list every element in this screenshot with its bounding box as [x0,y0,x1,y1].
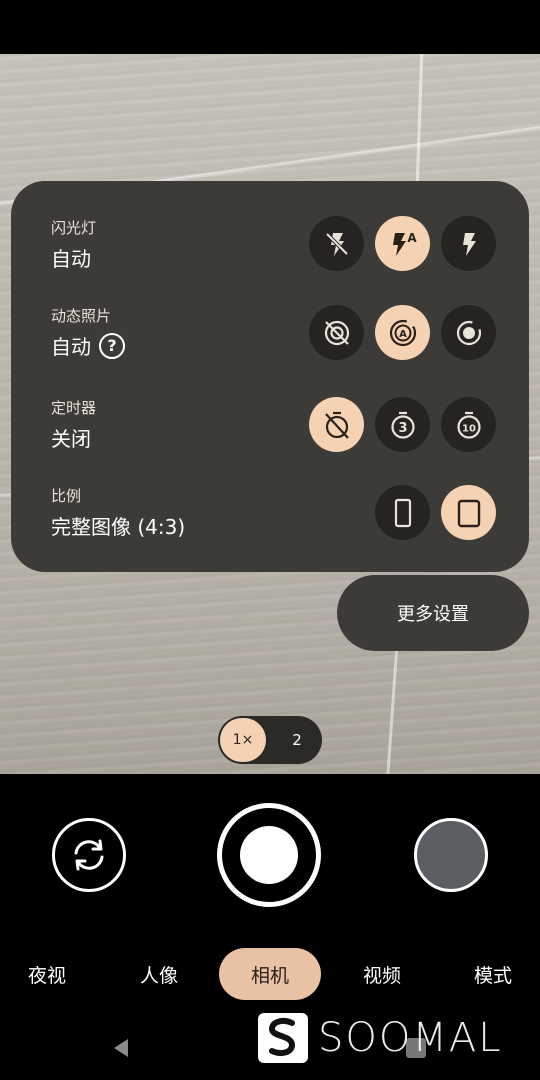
timer-10-icon: 10 [456,411,481,439]
back-icon[interactable] [110,1036,132,1060]
ratio-9-16-icon [394,498,411,527]
ratio-3-4-option[interactable] [441,485,496,540]
zoom-2x-button[interactable]: 2 [274,718,320,762]
flash-auto-icon: A [392,231,417,256]
tile-seam [415,53,424,185]
timer-label: 定时器 [51,399,97,417]
help-icon[interactable]: ? [99,332,125,359]
camera-mode-bar: 夜视 人像 相机 视频 模式 [0,948,540,1002]
flash-off-icon [325,232,348,256]
motion-auto-icon: A [389,319,416,346]
motion-photo-setting-row: 动态照片 自动 ? A [11,305,529,395]
watermark: SOOMAL [258,1010,503,1066]
switch-camera-button[interactable] [52,818,126,892]
svg-text:10: 10 [462,423,476,434]
zoom-selector: 1× 2 [218,716,322,764]
gallery-thumbnail[interactable] [414,818,488,892]
mode-night[interactable]: 夜视 [8,948,86,1000]
timer-value-text: 关闭 [51,427,91,451]
motion-auto-option[interactable]: A [375,305,430,360]
quick-settings-panel: 闪光灯 自动 A 动态照片 自动 ? A 定时器 关闭 3 10 比例 完整图像… [11,181,529,572]
ratio-3-4-icon [457,499,480,527]
more-settings-button[interactable]: 更多设置 [337,575,529,651]
mode-portrait[interactable]: 人像 [120,948,198,1000]
svg-text:3: 3 [398,421,407,436]
timer-value: 关闭 [51,423,91,452]
flash-auto-option[interactable]: A [375,216,430,271]
motion-off-icon [324,320,349,345]
mode-camera[interactable]: 相机 [219,948,321,1000]
timer-off-icon [324,411,349,439]
shutter-button[interactable] [217,803,321,907]
flash-off-option[interactable] [309,216,364,271]
flash-value: 自动 [51,243,91,272]
timer-3-option[interactable]: 3 [375,397,430,452]
timer-setting-row: 定时器 关闭 3 10 [11,397,529,487]
flash-value-text: 自动 [51,247,91,271]
timer-off-option[interactable] [309,397,364,452]
ratio-setting-row: 比例 完整图像 (4:3) [11,485,529,575]
mode-more[interactable]: 模式 [454,948,532,1000]
mode-video[interactable]: 视频 [343,948,421,1000]
timer-10-option[interactable]: 10 [441,397,496,452]
flash-on-option[interactable] [441,216,496,271]
flash-label: 闪光灯 [51,219,97,237]
ratio-value-text: 完整图像 (4:3) [51,515,186,539]
shutter-inner [240,826,298,884]
switch-camera-icon [74,839,104,871]
ratio-label: 比例 [51,487,82,505]
svg-text:A: A [407,231,417,245]
flash-setting-row: 闪光灯 自动 A [11,216,529,307]
zoom-1x-button[interactable]: 1× [220,718,266,762]
motion-photo-label: 动态照片 [51,307,112,325]
motion-photo-value: 自动 ? [51,331,125,360]
watermark-text: SOOMAL [318,1015,503,1061]
ratio-value: 完整图像 (4:3) [51,511,185,540]
ratio-9-16-option[interactable] [375,485,430,540]
motion-on-option[interactable] [441,305,496,360]
flash-on-icon [462,232,476,256]
motion-on-icon [456,320,481,345]
motion-photo-value-text: 自动 [51,335,91,359]
motion-off-option[interactable] [309,305,364,360]
timer-3-icon: 3 [390,411,415,439]
watermark-logo-icon [258,1013,308,1063]
svg-text:A: A [399,329,407,340]
